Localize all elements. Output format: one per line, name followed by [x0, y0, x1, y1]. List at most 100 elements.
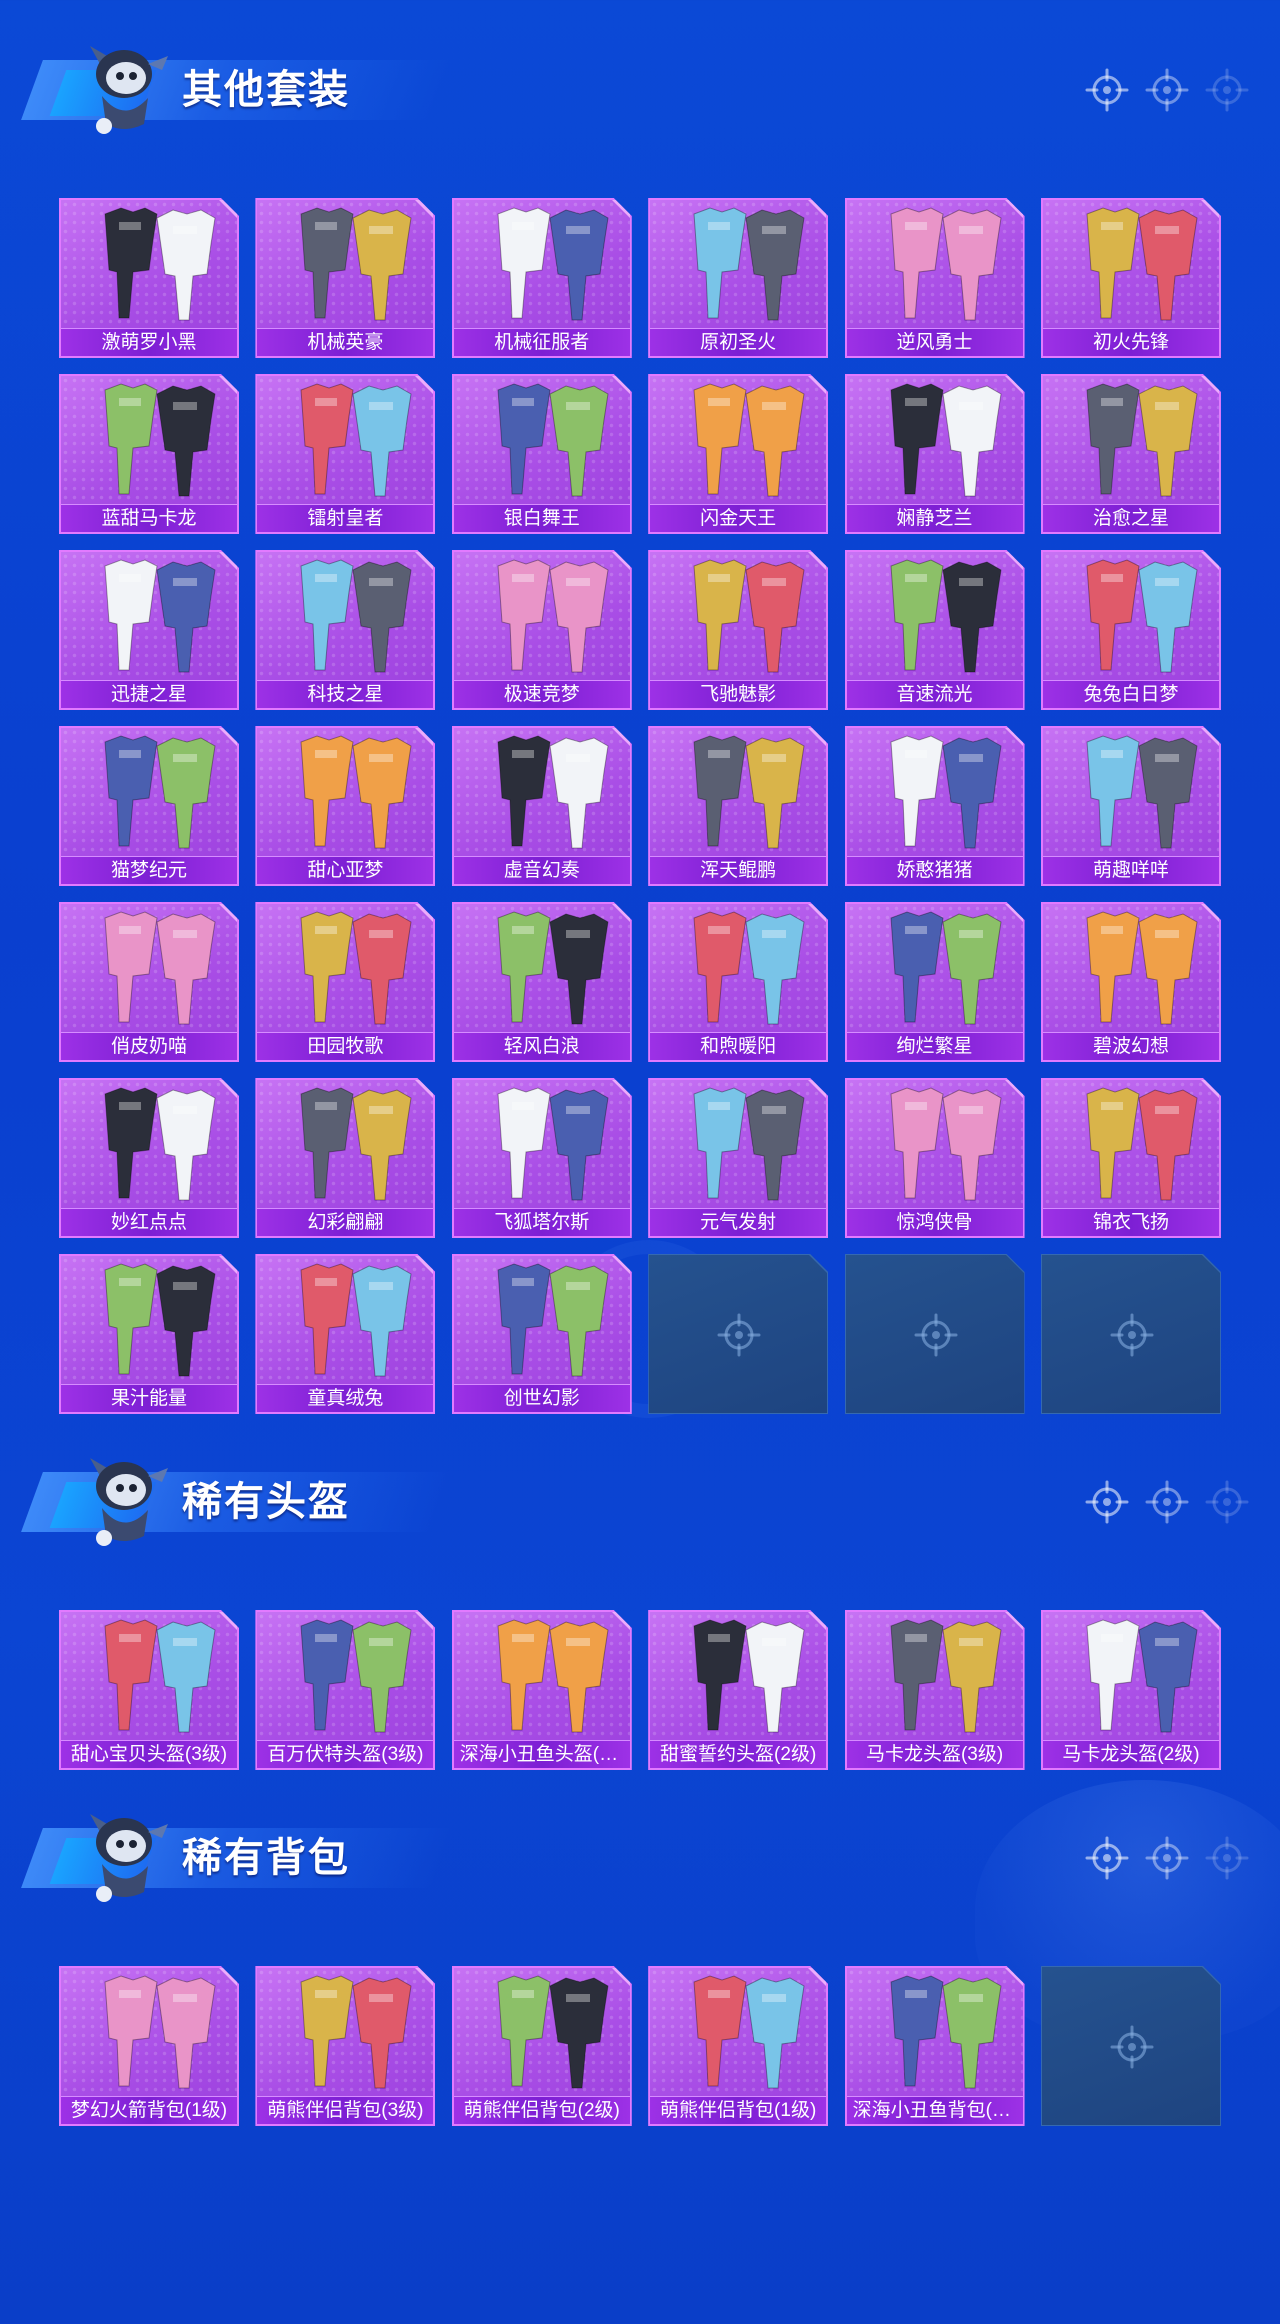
item-card[interactable]: 妙红点点: [59, 1078, 239, 1238]
item-card[interactable]: 碧波幻想: [1041, 902, 1221, 1062]
item-name: 音速流光: [847, 680, 1023, 708]
item-image: [257, 1256, 433, 1388]
empty-slot: [1041, 1254, 1221, 1414]
item-card[interactable]: 飞狐塔尔斯: [452, 1078, 632, 1238]
item-card[interactable]: 和煦暖阳: [648, 902, 828, 1062]
item-image: [847, 1080, 1023, 1212]
item-card[interactable]: 甜心宝贝头盔(3级): [59, 1610, 239, 1770]
item-image: [847, 200, 1023, 332]
item-card[interactable]: 镭射皇者: [255, 374, 435, 534]
empty-slot: [648, 1254, 828, 1414]
item-card[interactable]: 机械征服者: [452, 198, 632, 358]
item-name: 甜心亚梦: [257, 856, 433, 884]
item-card[interactable]: 梦幻火箭背包(1级): [59, 1966, 239, 2126]
item-card[interactable]: 银白舞王: [452, 374, 632, 534]
item-card[interactable]: 虚音幻奏: [452, 726, 632, 886]
item-card[interactable]: 轻风白浪: [452, 902, 632, 1062]
item-card[interactable]: 萌熊伴侣背包(2级): [452, 1966, 632, 2126]
item-image: [61, 552, 237, 684]
item-card[interactable]: 甜蜜誓约头盔(2级): [648, 1610, 828, 1770]
item-name: 碧波幻想: [1043, 1032, 1219, 1060]
item-card[interactable]: 深海小丑鱼头盔(3级): [452, 1610, 632, 1770]
item-card[interactable]: 浑天鲲鹏: [648, 726, 828, 886]
item-card[interactable]: 百万伏特头盔(3级): [255, 1610, 435, 1770]
item-image: [257, 1080, 433, 1212]
item-card[interactable]: 惊鸿侠骨: [845, 1078, 1025, 1238]
item-image: [1043, 552, 1219, 684]
item-card[interactable]: 娇憨猪猪: [845, 726, 1025, 886]
item-image: [847, 552, 1023, 684]
item-card[interactable]: 萌熊伴侣背包(3级): [255, 1966, 435, 2126]
item-image: [61, 1612, 237, 1744]
item-image: [847, 1968, 1023, 2100]
item-card[interactable]: 极速竞梦: [452, 550, 632, 710]
item-name: 深海小丑鱼头盔(3级): [454, 1740, 630, 1768]
section-2: 稀有头盔 甜心宝贝头盔(3级) 百万伏特头盔(3级) 深海小丑鱼头盔(3级) 甜蜜誓约头…: [0, 1442, 1280, 1552]
item-card[interactable]: 田园牧歌: [255, 902, 435, 1062]
section-1: 其他套装 激萌罗小黑 机械英豪 机械征服者 原初圣火 逆风勇士 初火先锋 蓝甜马卡龙 镭射皇者银…: [0, 30, 1280, 140]
item-card[interactable]: 激萌罗小黑: [59, 198, 239, 358]
item-card[interactable]: 果汁能量: [59, 1254, 239, 1414]
item-name: 极速竞梦: [454, 680, 630, 708]
section-title: 稀有背包: [182, 1836, 350, 1880]
item-image: [650, 1080, 826, 1212]
item-image: [61, 376, 237, 508]
item-card[interactable]: 音速流光: [845, 550, 1025, 710]
item-card[interactable]: 初火先锋: [1041, 198, 1221, 358]
item-name: 原初圣火: [650, 328, 826, 356]
item-name: 激萌罗小黑: [61, 328, 237, 356]
item-name: 轻风白浪: [454, 1032, 630, 1060]
item-card[interactable]: 兔兔白日梦: [1041, 550, 1221, 710]
section-header: 其他套装: [0, 30, 1280, 140]
item-card[interactable]: 俏皮奶喵: [59, 902, 239, 1062]
item-card[interactable]: 深海小丑鱼背包(3级): [845, 1966, 1025, 2126]
item-image: [650, 200, 826, 332]
item-grid: 梦幻火箭背包(1级) 萌熊伴侣背包(3级) 萌熊伴侣背包(2级) 萌熊伴侣背包(1级)…: [59, 1966, 1221, 2126]
item-name: 萌趣咩咩: [1043, 856, 1219, 884]
item-name: 童真绒兔: [257, 1384, 433, 1412]
item-card[interactable]: 治愈之星: [1041, 374, 1221, 534]
item-card[interactable]: 闪金天王: [648, 374, 828, 534]
item-card[interactable]: 锦衣飞扬: [1041, 1078, 1221, 1238]
crosshair-icon: [1083, 66, 1131, 114]
item-card[interactable]: 马卡龙头盔(3级): [845, 1610, 1025, 1770]
item-name: 妙红点点: [61, 1208, 237, 1236]
item-card[interactable]: 原初圣火: [648, 198, 828, 358]
item-name: 初火先锋: [1043, 328, 1219, 356]
crosshair-icon: [1143, 66, 1191, 114]
item-card[interactable]: 童真绒兔: [255, 1254, 435, 1414]
item-name: 兔兔白日梦: [1043, 680, 1219, 708]
item-card[interactable]: 机械英豪: [255, 198, 435, 358]
item-image: [454, 1968, 630, 2100]
item-card[interactable]: 甜心亚梦: [255, 726, 435, 886]
item-name: 科技之星: [257, 680, 433, 708]
item-card[interactable]: 蓝甜马卡龙: [59, 374, 239, 534]
item-name: 果汁能量: [61, 1384, 237, 1412]
item-card[interactable]: 猫梦纪元: [59, 726, 239, 886]
item-card[interactable]: 迅捷之星: [59, 550, 239, 710]
item-card[interactable]: 萌熊伴侣背包(1级): [648, 1966, 828, 2126]
item-name: 镭射皇者: [257, 504, 433, 532]
item-grid: 激萌罗小黑 机械英豪 机械征服者 原初圣火 逆风勇士 初火先锋蓝甜马卡龙 镭射皇者 银白舞王闪…: [59, 198, 1221, 1414]
item-card[interactable]: 科技之星: [255, 550, 435, 710]
item-image: [847, 376, 1023, 508]
item-image: [1043, 200, 1219, 332]
item-image: [650, 552, 826, 684]
item-image: [61, 1256, 237, 1388]
item-card[interactable]: 娴静芝兰: [845, 374, 1025, 534]
item-card[interactable]: 元气发射: [648, 1078, 828, 1238]
item-name: 绚烂繁星: [847, 1032, 1023, 1060]
item-name: 马卡龙头盔(3级): [847, 1740, 1023, 1768]
item-name: 机械英豪: [257, 328, 433, 356]
item-image: [650, 1612, 826, 1744]
item-card[interactable]: 萌趣咩咩: [1041, 726, 1221, 886]
item-card[interactable]: 创世幻影: [452, 1254, 632, 1414]
item-card[interactable]: 逆风勇士: [845, 198, 1025, 358]
item-card[interactable]: 马卡龙头盔(2级): [1041, 1610, 1221, 1770]
item-name: 萌熊伴侣背包(3级): [257, 2096, 433, 2124]
empty-slot: [1041, 1966, 1221, 2126]
item-card[interactable]: 绚烂繁星: [845, 902, 1025, 1062]
item-card[interactable]: 幻彩翩翩: [255, 1078, 435, 1238]
section-header: 稀有头盔: [0, 1442, 1280, 1552]
item-card[interactable]: 飞驰魅影: [648, 550, 828, 710]
